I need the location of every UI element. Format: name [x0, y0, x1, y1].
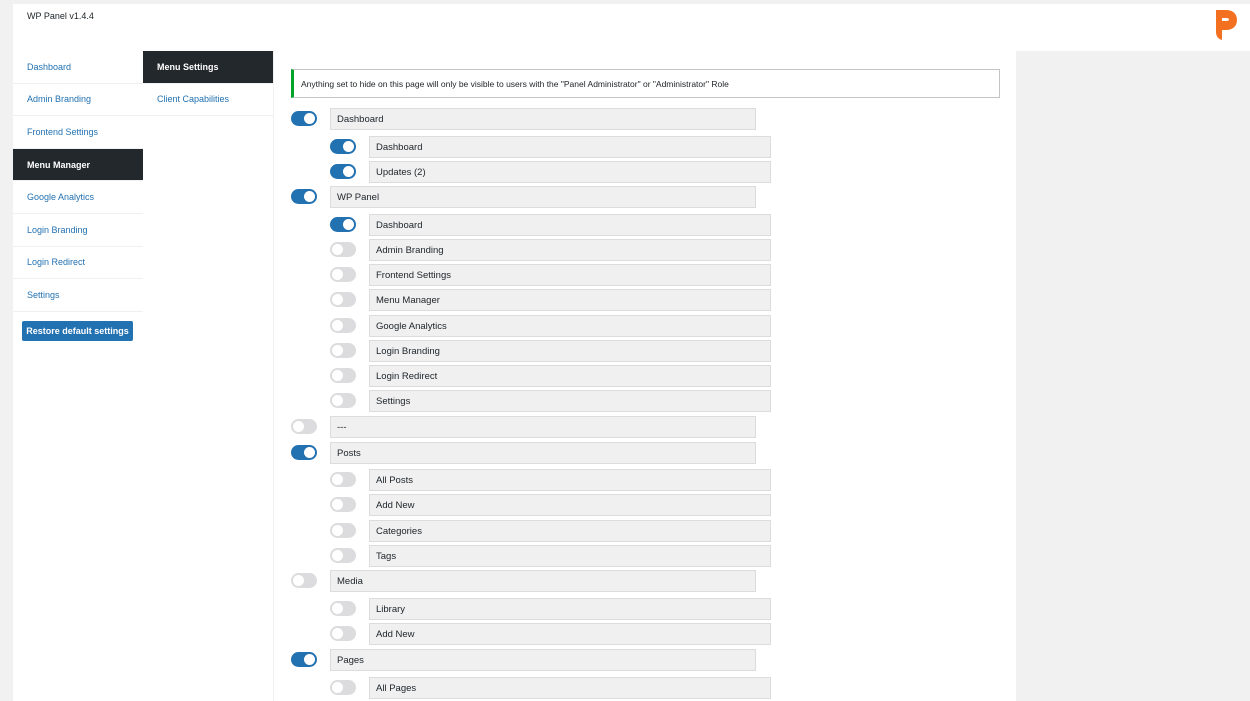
- menu-label-field[interactable]: Categories: [369, 520, 771, 542]
- toggle-knob: [332, 474, 343, 485]
- visibility-toggle[interactable]: [291, 111, 317, 126]
- toggle-knob: [343, 219, 354, 230]
- menu-label-field[interactable]: Dashboard: [369, 214, 771, 236]
- visibility-toggle[interactable]: [330, 393, 356, 408]
- toggle-knob: [332, 370, 343, 381]
- visibility-toggle[interactable]: [330, 242, 356, 257]
- toggle-knob: [293, 421, 304, 432]
- menu-label-field[interactable]: Posts: [330, 442, 756, 464]
- visibility-toggle[interactable]: [330, 217, 356, 232]
- toggle-knob: [332, 628, 343, 639]
- toggle-knob: [343, 141, 354, 152]
- sub-navigation: Menu Settings Client Capabilities: [143, 51, 274, 701]
- toggle-knob: [343, 166, 354, 177]
- toggle-knob: [332, 550, 343, 561]
- tab-client-capabilities[interactable]: Client Capabilities: [143, 84, 273, 117]
- toggle-knob: [304, 654, 315, 665]
- visibility-toggle[interactable]: [330, 626, 356, 641]
- visibility-toggle[interactable]: [330, 680, 356, 695]
- toggle-knob: [332, 320, 343, 331]
- toggle-knob: [332, 525, 343, 536]
- menu-label-field[interactable]: Settings: [369, 390, 771, 412]
- main-content: Dashboard Admin Branding Frontend Settings…: [13, 51, 1016, 701]
- toggle-knob: [304, 447, 315, 458]
- app-window: WP Panel v1.4.4 Dashboard Admin Branding F…: [0, 0, 1250, 701]
- toggle-knob: [332, 682, 343, 693]
- notice-banner: Anything set to hide on this page will o…: [291, 69, 1000, 98]
- toggle-knob: [293, 575, 304, 586]
- sidebar-item-login-branding[interactable]: Login Branding: [13, 214, 143, 247]
- visibility-toggle[interactable]: [330, 601, 356, 616]
- toggle-knob: [332, 269, 343, 280]
- menu-label-field[interactable]: Google Analytics: [369, 315, 771, 337]
- visibility-toggle[interactable]: [291, 652, 317, 667]
- wp-panel-logo-icon: [1216, 10, 1237, 40]
- sidebar-item-admin-branding[interactable]: Admin Branding: [13, 84, 143, 117]
- toggle-knob: [332, 499, 343, 510]
- visibility-toggle[interactable]: [330, 139, 356, 154]
- header-bar: WP Panel v1.4.4: [13, 4, 1250, 51]
- menu-label-field[interactable]: Admin Branding: [369, 239, 771, 261]
- main-sidebar: Dashboard Admin Branding Frontend Settings…: [13, 51, 143, 312]
- sidebar-item-login-redirect[interactable]: Login Redirect: [13, 247, 143, 280]
- menu-label-field[interactable]: Login Branding: [369, 340, 771, 362]
- tab-menu-settings[interactable]: Menu Settings: [143, 51, 273, 84]
- visibility-toggle[interactable]: [330, 368, 356, 383]
- toggle-knob: [332, 294, 343, 305]
- visibility-toggle[interactable]: [330, 472, 356, 487]
- menu-label-field[interactable]: Library: [369, 598, 771, 620]
- menu-label-field[interactable]: Menu Manager: [369, 289, 771, 311]
- menu-label-field[interactable]: Pages: [330, 649, 756, 671]
- toggle-knob: [304, 113, 315, 124]
- menu-label-field[interactable]: Dashboard: [330, 108, 756, 130]
- visibility-toggle[interactable]: [330, 548, 356, 563]
- sidebar-item-frontend-settings[interactable]: Frontend Settings: [13, 116, 143, 149]
- toggle-knob: [332, 345, 343, 356]
- app-title: WP Panel v1.4.4: [27, 11, 94, 21]
- menu-label-field[interactable]: Login Redirect: [369, 365, 771, 387]
- sidebar-item-google-analytics[interactable]: Google Analytics: [13, 181, 143, 214]
- visibility-toggle[interactable]: [330, 267, 356, 282]
- menu-label-field[interactable]: WP Panel: [330, 186, 756, 208]
- toggle-knob: [332, 244, 343, 255]
- sidebar-item-settings[interactable]: Settings: [13, 279, 143, 312]
- visibility-toggle[interactable]: [330, 497, 356, 512]
- visibility-toggle[interactable]: [330, 318, 356, 333]
- menu-label-field[interactable]: Add New: [369, 623, 771, 645]
- visibility-toggle[interactable]: [330, 292, 356, 307]
- toggle-knob: [304, 191, 315, 202]
- visibility-toggle[interactable]: [291, 573, 317, 588]
- menu-label-field[interactable]: Media: [330, 570, 756, 592]
- visibility-toggle[interactable]: [291, 189, 317, 204]
- menu-label-field[interactable]: Frontend Settings: [369, 264, 771, 286]
- menu-label-field[interactable]: Dashboard: [369, 136, 771, 158]
- menu-label-field[interactable]: ---: [330, 416, 756, 438]
- visibility-toggle[interactable]: [291, 445, 317, 460]
- menu-label-field[interactable]: All Pages: [369, 677, 771, 699]
- menu-label-field[interactable]: All Posts: [369, 469, 771, 491]
- menu-label-field[interactable]: Updates (2): [369, 161, 771, 183]
- sidebar-item-dashboard[interactable]: Dashboard: [13, 51, 143, 84]
- toggle-knob: [332, 603, 343, 614]
- toggle-knob: [332, 395, 343, 406]
- visibility-toggle[interactable]: [330, 164, 356, 179]
- visibility-toggle[interactable]: [291, 419, 317, 434]
- visibility-toggle[interactable]: [330, 343, 356, 358]
- restore-default-button[interactable]: Restore default settings: [22, 321, 133, 341]
- visibility-toggle[interactable]: [330, 523, 356, 538]
- sidebar-item-menu-manager[interactable]: Menu Manager: [13, 148, 143, 182]
- menu-label-field[interactable]: Tags: [369, 545, 771, 567]
- menu-label-field[interactable]: Add New: [369, 494, 771, 516]
